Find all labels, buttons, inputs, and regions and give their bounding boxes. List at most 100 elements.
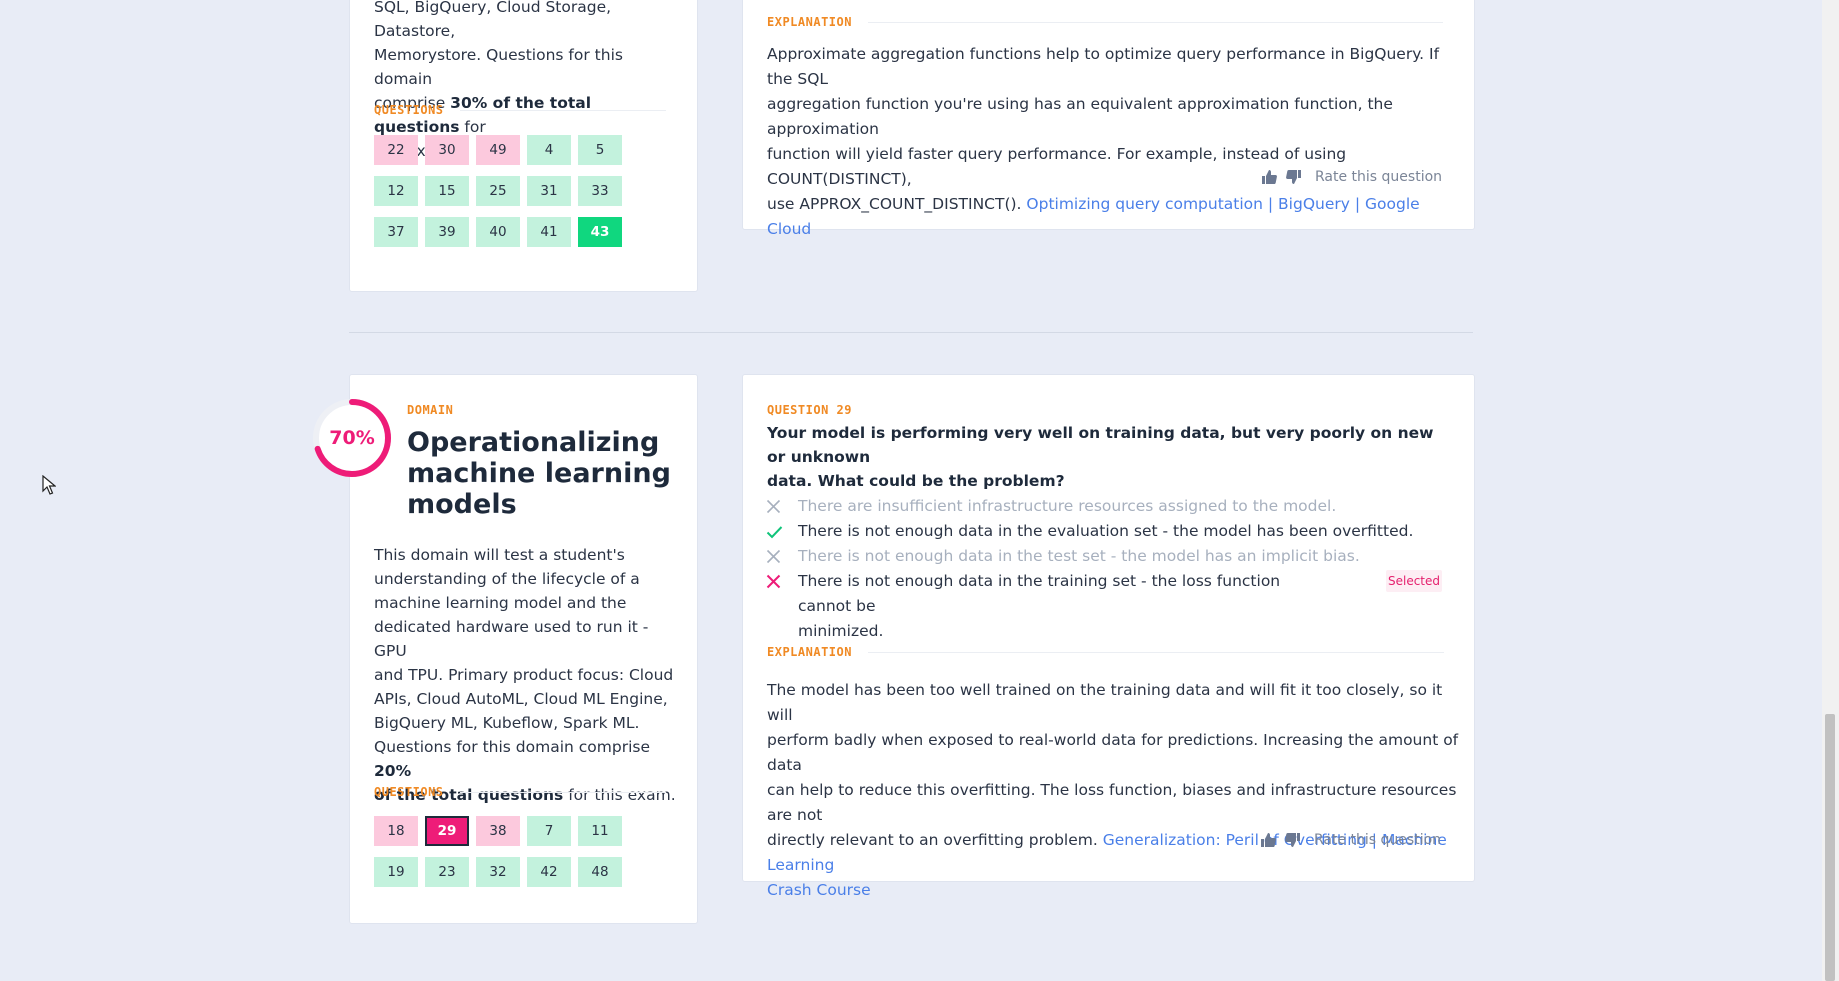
domain-description-line: dedicated hardware used to run it - GPU xyxy=(374,618,649,660)
answer-text-line: There is not enough data in the training… xyxy=(798,572,1281,615)
domain-description-line: and TPU. Primary product focus: Cloud xyxy=(374,666,674,684)
thumbs-down-icon[interactable] xyxy=(1285,169,1302,185)
desc-bold: 20% xyxy=(374,762,412,780)
desc-text: Questions for this domain comprise xyxy=(374,738,650,756)
explanation-line: use APPROX_COUNT_DISTINCT(). Optimizing … xyxy=(767,192,1457,242)
question-number-button[interactable]: 5 xyxy=(578,135,622,165)
question-number-button[interactable]: 42 xyxy=(527,857,571,887)
question-card-prev: EXPLANATION Approximate aggregation func… xyxy=(742,0,1475,238)
explanation-text: Approximate aggregation functions help t… xyxy=(767,42,1457,242)
question-grid: 22 30 49 4 5 12 15 25 31 33 37 39 40 41 43 xyxy=(374,135,622,247)
question-number-button[interactable]: 4 xyxy=(527,135,571,165)
explanation-line: Crash Course xyxy=(767,878,1467,903)
explanation-line: can help to reduce this overfitting. The… xyxy=(767,781,1457,824)
question-number-button[interactable]: 40 xyxy=(476,217,520,247)
domain-description-line: APIs, Cloud AutoML, Cloud ML Engine, xyxy=(374,690,668,708)
question-grid: 18 29 38 7 11 19 23 32 42 48 xyxy=(374,816,622,887)
domain-description-line: This domain will test a student's xyxy=(374,546,625,564)
explanation-text-tail: directly relevant to an overfitting prob… xyxy=(767,831,1103,849)
question-number-button[interactable]: 22 xyxy=(374,135,418,165)
thumbs-down-icon[interactable] xyxy=(1284,832,1301,848)
domain-description-line: SQL, BigQuery, Cloud Storage, Datastore, xyxy=(374,0,612,40)
explanation-line: The model has been too well trained on t… xyxy=(767,681,1443,724)
domain-description-line: Memorystore. Questions for this domain xyxy=(374,46,623,88)
question-number-button[interactable]: 25 xyxy=(476,176,520,206)
questions-label: QUESTIONS xyxy=(374,103,444,117)
divider xyxy=(867,21,1443,23)
domain-description-line: Questions for this domain comprise 20% xyxy=(374,735,679,783)
question-number-button[interactable]: 12 xyxy=(374,176,418,206)
answer-option-correct: There is not enough data in the evaluati… xyxy=(766,519,1413,544)
rate-question: Rate this question xyxy=(1261,169,1442,185)
divider xyxy=(459,791,666,793)
scrollbar-thumb[interactable] xyxy=(1825,714,1835,981)
domain-card-data: SQL, BigQuery, Cloud Storage, Datastore,… xyxy=(349,0,698,292)
desc-text: for xyxy=(459,118,486,136)
thumbs-up-icon[interactable] xyxy=(1261,169,1278,185)
question-number-button[interactable]: 39 xyxy=(425,217,469,247)
question-text-line: Your model is performing very well on tr… xyxy=(767,424,1434,466)
explanation-text: The model has been too well trained on t… xyxy=(767,678,1467,903)
question-number-button[interactable]: 23 xyxy=(425,857,469,887)
cross-icon xyxy=(766,494,798,519)
explanation-text-tail: use APPROX_COUNT_DISTINCT(). xyxy=(767,195,1027,213)
domain-title-line: models xyxy=(407,489,517,520)
question-number-button[interactable]: 33 xyxy=(578,176,622,206)
explanation-line: aggregation function you're using has an… xyxy=(767,95,1393,138)
question-text-line: data. What could be the problem? xyxy=(767,472,1065,490)
rate-label[interactable]: Rate this question xyxy=(1315,169,1442,185)
answer-text: There is not enough data in the test set… xyxy=(798,547,1360,565)
answer-text: There are insufficient infrastructure re… xyxy=(798,497,1337,515)
questions-heading: QUESTIONS xyxy=(374,785,666,799)
domain-description-line: BigQuery ML, Kubeflow, Spark ML. xyxy=(374,714,640,732)
question-number-button[interactable]: 49 xyxy=(476,135,520,165)
questions-label: QUESTIONS xyxy=(374,785,444,799)
domain-score-ring: 70% xyxy=(312,398,392,478)
explanation-heading: EXPLANATION xyxy=(767,15,1443,29)
answer-option: There is not enough data in the test set… xyxy=(766,544,1360,569)
answer-text: There is not enough data in the training… xyxy=(798,569,1326,644)
selected-badge: Selected xyxy=(1386,570,1442,592)
question-number-button[interactable]: 7 xyxy=(527,816,571,846)
question-number-button[interactable]: 18 xyxy=(374,816,418,846)
question-number-button[interactable]: 11 xyxy=(578,816,622,846)
explanation-line: perform badly when exposed to real-world… xyxy=(767,731,1459,774)
explanation-heading: EXPLANATION xyxy=(767,645,1444,659)
question-number-button[interactable]: 19 xyxy=(374,857,418,887)
question-number-button[interactable]: 48 xyxy=(578,857,622,887)
domain-description-line: machine learning model and the xyxy=(374,594,627,612)
question-number-button[interactable]: 43 xyxy=(578,217,622,247)
domain-label: DOMAIN xyxy=(407,403,454,417)
checkmark-icon xyxy=(766,519,798,544)
section-divider xyxy=(349,332,1473,333)
divider xyxy=(867,651,1444,653)
divider xyxy=(459,109,666,111)
question-number-button[interactable]: 30 xyxy=(425,135,469,165)
question-number-button[interactable]: 31 xyxy=(527,176,571,206)
explanation-line: Approximate aggregation functions help t… xyxy=(767,45,1440,88)
answer-text: There is not enough data in the evaluati… xyxy=(798,522,1414,540)
thumbs-up-icon[interactable] xyxy=(1260,832,1277,848)
question-number-button[interactable]: 41 xyxy=(527,217,571,247)
explanation-label: EXPLANATION xyxy=(767,645,852,659)
question-number-button[interactable]: 38 xyxy=(476,816,520,846)
domain-description-line: understanding of the lifecycle of a xyxy=(374,570,640,588)
domain-card-ml: DOMAIN Operationalizing machine learning… xyxy=(349,374,698,924)
domain-title-line: machine learning xyxy=(407,458,671,489)
questions-heading: QUESTIONS xyxy=(374,103,666,117)
domain-description: This domain will test a student's unders… xyxy=(374,543,679,807)
reference-link-continued[interactable]: Crash Course xyxy=(767,881,871,899)
question-number-button[interactable]: 29 xyxy=(425,816,469,846)
answer-option-selected-wrong: There is not enough data in the training… xyxy=(766,569,1326,644)
rate-label[interactable]: Rate this question xyxy=(1314,832,1441,848)
question-number-button[interactable]: 37 xyxy=(374,217,418,247)
question-text: Your model is performing very well on tr… xyxy=(767,421,1457,493)
question-number: QUESTION 29 xyxy=(767,403,852,417)
question-number-button[interactable]: 15 xyxy=(425,176,469,206)
domain-title-line: Operationalizing xyxy=(407,427,660,458)
explanation-label: EXPLANATION xyxy=(767,15,852,29)
mouse-cursor-icon xyxy=(42,474,57,499)
cross-icon xyxy=(766,544,798,569)
question-number-button[interactable]: 32 xyxy=(476,857,520,887)
answer-text-line: minimized. xyxy=(798,622,884,640)
